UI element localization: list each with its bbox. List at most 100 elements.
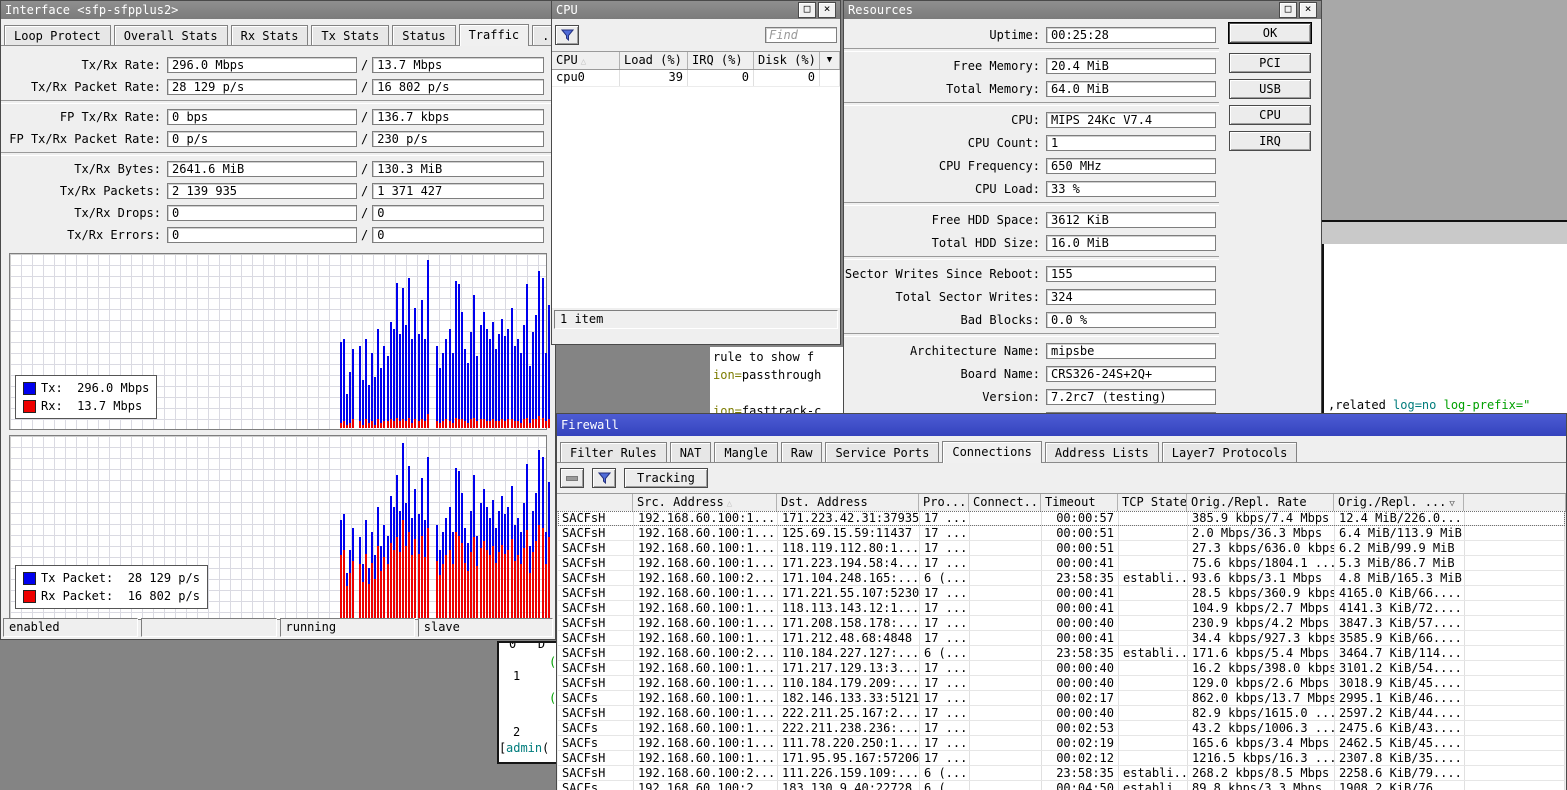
column-header-orig-repl-rate[interactable]: Orig./Repl. Rate bbox=[1187, 494, 1334, 511]
resources-titlebar[interactable]: Resources □ × bbox=[844, 1, 1321, 19]
close-button[interactable]: × bbox=[818, 2, 836, 18]
connection-row[interactable]: SACFsH192.168.60.100:2...171.104.248.165… bbox=[558, 571, 1565, 586]
connection-row[interactable]: SACFsH192.168.60.100:1...171.212.48.68:4… bbox=[558, 631, 1565, 646]
interface-titlebar[interactable]: Interface <sfp-sfpplus2> bbox=[1, 1, 555, 19]
cell-timeout: 00:04:50 bbox=[1042, 781, 1119, 790]
cell-flags: SACFsH bbox=[558, 571, 634, 585]
close-button[interactable]: × bbox=[1299, 2, 1317, 18]
cell-protocol: 17 ... bbox=[920, 691, 970, 705]
tab-status[interactable]: Status bbox=[392, 25, 455, 45]
connection-row[interactable]: SACFsH192.168.60.100:2...110.184.227.127… bbox=[558, 646, 1565, 661]
irq-button[interactable]: IRQ bbox=[1229, 131, 1311, 151]
cpu-row[interactable]: cpu0 39 0 0 bbox=[552, 70, 840, 87]
ok-button[interactable]: OK bbox=[1229, 23, 1311, 43]
resource-row: Bad Blocks:0.0 % bbox=[844, 308, 1219, 331]
column-header-cpu[interactable]: CPU△ bbox=[552, 52, 620, 69]
cell-protocol: 17 ... bbox=[920, 721, 970, 735]
cpu-titlebar[interactable]: CPU □ × bbox=[552, 1, 840, 19]
connection-row[interactable]: SACFsH192.168.60.100:1...171.223.194.58:… bbox=[558, 556, 1565, 571]
column-header-connection[interactable]: Connect... bbox=[969, 494, 1041, 511]
tab-mangle[interactable]: Mangle bbox=[714, 442, 777, 462]
cell-orig-repl-rate: 43.2 kbps/1006.3 ... bbox=[1188, 721, 1335, 735]
cell-tcp-state bbox=[1119, 586, 1188, 600]
cell-dst-address: 182.146.133.33:5121 bbox=[778, 691, 920, 705]
tab-raw[interactable]: Raw bbox=[781, 442, 823, 462]
connection-row[interactable]: SACFs192.168.60.100:1...182.146.133.33:5… bbox=[558, 691, 1565, 706]
connection-row[interactable]: SACFs192.168.60.100:2183.130.9.40:227286… bbox=[558, 781, 1565, 790]
column-header-disk[interactable]: Disk (%) bbox=[754, 52, 820, 69]
column-header-tcp-state[interactable]: TCP State bbox=[1118, 494, 1187, 511]
column-header-irq[interactable]: IRQ (%) bbox=[688, 52, 754, 69]
connection-row[interactable]: SACFsH192.168.60.100:1...171.208.158.178… bbox=[558, 616, 1565, 631]
connection-row[interactable]: SACFsH192.168.60.100:1...171.95.95.167:5… bbox=[558, 751, 1565, 766]
tab-overall-stats[interactable]: Overall Stats bbox=[114, 25, 228, 45]
connection-row[interactable]: SACFsH192.168.60.100:1...171.217.129.13:… bbox=[558, 661, 1565, 676]
column-dropdown-arrow[interactable]: ▼ bbox=[820, 52, 840, 69]
status-cell-1 bbox=[141, 618, 276, 637]
filter-button[interactable] bbox=[592, 468, 616, 488]
field-label: Version: bbox=[844, 390, 1046, 404]
pci-button[interactable]: PCI bbox=[1229, 53, 1311, 73]
slash-separator: / bbox=[357, 228, 372, 242]
cell-src-address: 192.168.60.100:1... bbox=[634, 751, 778, 765]
cell-tcp-state bbox=[1119, 601, 1188, 615]
connection-row[interactable]: SACFs192.168.60.100:1...111.78.220.250:1… bbox=[558, 736, 1565, 751]
slash-separator: / bbox=[357, 162, 372, 176]
tab-service-ports[interactable]: Service Ports bbox=[825, 442, 939, 462]
maximize-button[interactable]: □ bbox=[798, 2, 816, 18]
column-header-dst-address[interactable]: Dst. Address bbox=[777, 494, 919, 511]
connection-row[interactable]: SACFsH192.168.60.100:1...171.221.55.107:… bbox=[558, 586, 1565, 601]
tab-connections[interactable]: Connections bbox=[942, 441, 1041, 463]
connection-row[interactable]: SACFs192.168.60.100:1...222.211.238.236:… bbox=[558, 721, 1565, 736]
tab-layer7-protocols[interactable]: Layer7 Protocols bbox=[1162, 442, 1298, 462]
tab-address-lists[interactable]: Address Lists bbox=[1045, 442, 1159, 462]
usb-button[interactable]: USB bbox=[1229, 79, 1311, 99]
cell-protocol: 17 ... bbox=[920, 751, 970, 765]
separator bbox=[844, 200, 1219, 208]
cpu-button[interactable]: CPU bbox=[1229, 105, 1311, 125]
tab-traffic[interactable]: Traffic bbox=[459, 24, 530, 46]
find-input[interactable] bbox=[765, 27, 837, 43]
cell-src-address: 192.168.60.100:1... bbox=[634, 661, 778, 675]
resource-row: Sector Writes Since Reboot:155 bbox=[844, 262, 1219, 285]
tab-rx-stats[interactable]: Rx Stats bbox=[231, 25, 309, 45]
cell-src-address: 192.168.60.100:1... bbox=[634, 676, 778, 690]
connection-row[interactable]: SACFsH192.168.60.100:1...118.113.143.12:… bbox=[558, 601, 1565, 616]
column-header-load[interactable]: Load (%) bbox=[620, 52, 688, 69]
cell-orig-repl-bytes: 2475.6 KiB/43.... bbox=[1335, 721, 1465, 735]
cell-orig-repl-rate: 2.0 Mbps/36.3 Mbps bbox=[1188, 526, 1335, 540]
connection-row[interactable]: SACFsH192.168.60.100:2...111.226.159.109… bbox=[558, 766, 1565, 781]
tab-loop-protect[interactable]: Loop Protect bbox=[4, 25, 111, 45]
tx-rx-packets-rx-value: 1 371 427 bbox=[372, 183, 544, 199]
cell-dst-address: 171.223.194.58:4... bbox=[778, 556, 920, 570]
resource-row: Free Memory:20.4 MiB bbox=[844, 54, 1219, 77]
cell-orig-repl-bytes: 3464.7 KiB/114... bbox=[1335, 646, 1465, 660]
tab-nat[interactable]: NAT bbox=[670, 442, 712, 462]
cell-flags: SACFsH bbox=[558, 631, 634, 645]
tab-tx-stats[interactable]: Tx Stats bbox=[311, 25, 389, 45]
tracking-button[interactable]: Tracking bbox=[624, 468, 708, 488]
firewall-titlebar[interactable]: Firewall bbox=[557, 414, 1566, 436]
filter-button[interactable] bbox=[555, 25, 579, 45]
rx-packet-legend-label: Rx Packet: bbox=[41, 589, 113, 603]
maximize-button[interactable]: □ bbox=[1279, 2, 1297, 18]
connection-row[interactable]: SACFsH192.168.60.100:1...171.223.42.31:3… bbox=[558, 511, 1565, 526]
connection-row[interactable]: SACFsH192.168.60.100:1...222.211.25.167:… bbox=[558, 706, 1565, 721]
cell-flags: SACFsH bbox=[558, 601, 634, 615]
resource-row: Uptime:00:25:28 bbox=[844, 23, 1219, 46]
connection-row[interactable]: SACFsH192.168.60.100:1...110.184.179.209… bbox=[558, 676, 1565, 691]
fp-tx-rx-rate-rx-value: 136.7 kbps bbox=[372, 109, 544, 125]
remove-button[interactable] bbox=[560, 468, 584, 488]
cell-connection bbox=[970, 571, 1042, 585]
connection-row[interactable]: SACFsH192.168.60.100:1...125.69.15.59:11… bbox=[558, 526, 1565, 541]
board-name-field: CRS326-24S+2Q+ bbox=[1046, 366, 1216, 382]
tab-filter-rules[interactable]: Filter Rules bbox=[560, 442, 667, 462]
column-header-protocol[interactable]: Pro... bbox=[919, 494, 969, 511]
connection-row[interactable]: SACFsH192.168.60.100:1...118.119.112.80:… bbox=[558, 541, 1565, 556]
cell-orig-repl-rate: 34.4 kbps/927.3 kbps bbox=[1188, 631, 1335, 645]
column-header-flags[interactable] bbox=[557, 494, 633, 511]
column-header-timeout[interactable]: Timeout bbox=[1041, 494, 1118, 511]
column-header-src-address[interactable]: Src. Address△ bbox=[633, 494, 777, 511]
cell-timeout: 00:00:41 bbox=[1042, 631, 1119, 645]
column-header-orig-repl-bytes[interactable]: Orig./Repl. ...▽ bbox=[1334, 494, 1464, 511]
